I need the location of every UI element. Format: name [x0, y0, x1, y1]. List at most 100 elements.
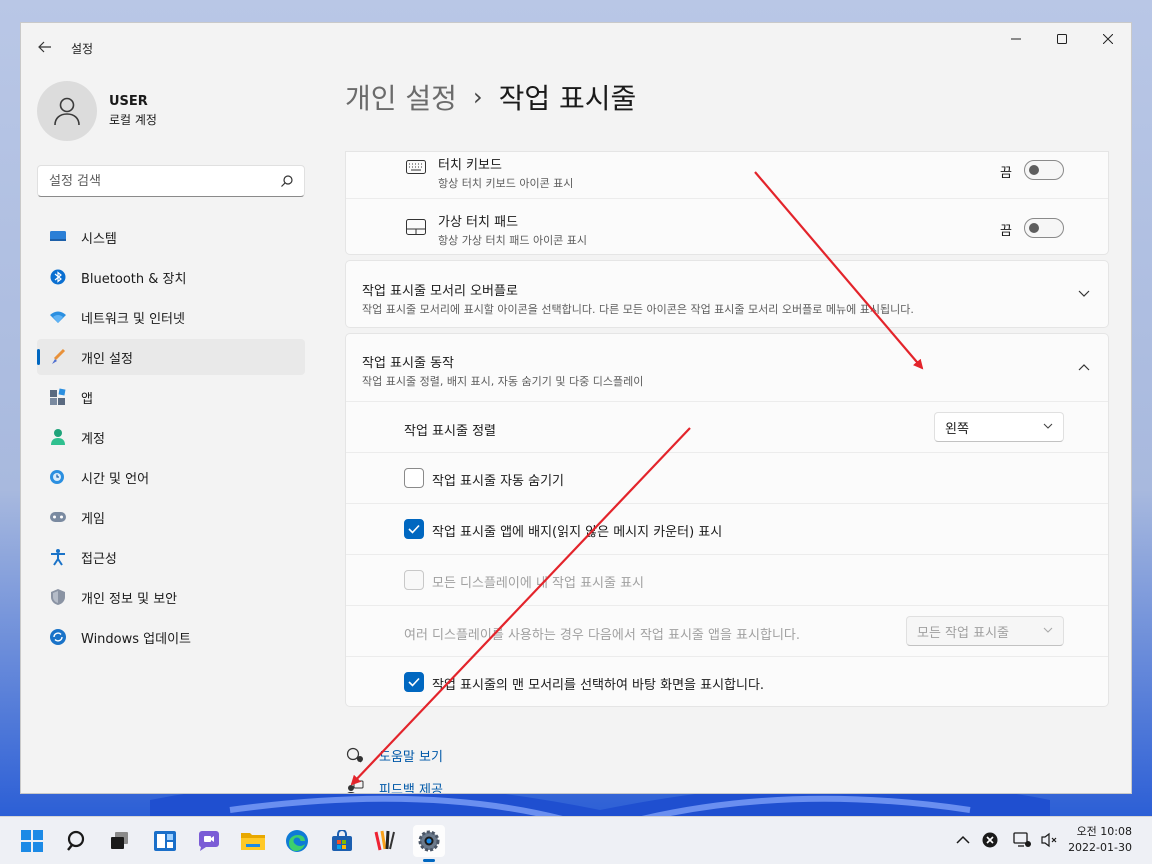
search-icon[interactable] [280, 174, 294, 188]
feedback-link-label: 피드백 제공 [379, 783, 443, 794]
taskbar-corner-overflow-card[interactable]: 작업 표시줄 모서리 오버플로 작업 표시줄 모서리에 표시할 아이콘을 선택합… [345, 260, 1109, 328]
sidebar-item-accounts[interactable]: 계정 [37, 419, 305, 455]
pencil-app-icon [374, 830, 395, 851]
person-icon [49, 428, 67, 446]
active-app-indicator [423, 859, 435, 862]
search-input[interactable] [38, 173, 268, 189]
folder-icon [241, 833, 265, 850]
overflow-title: 작업 표시줄 모서리 오버플로 [362, 284, 518, 299]
sidebar-item-label: 앱 [81, 391, 93, 407]
auto-hide-row: 작업 표시줄 자동 숨기기 [346, 452, 1108, 503]
virtual-touchpad-toggle[interactable] [1024, 218, 1064, 238]
sidebar-item-time-language[interactable]: 시간 및 언어 [37, 459, 305, 495]
network-monitor-icon[interactable] [1013, 832, 1031, 848]
sidebar-item-network[interactable]: 네트워크 및 인터넷 [37, 299, 305, 335]
sidebar-item-label: 시스템 [81, 231, 117, 247]
behaviors-title: 작업 표시줄 동작 [362, 356, 454, 371]
feedback-link[interactable]: 피드백 제공 [345, 772, 443, 794]
sidebar-item-label: 네트워크 및 인터넷 [81, 311, 185, 327]
auto-hide-checkbox[interactable] [404, 468, 424, 488]
sidebar: USER 로컬 계정 시스템 Bluetooth & 장치 네트워크 및 인터넷 [21, 69, 321, 793]
sidebar-item-label: Windows 업데이트 [81, 631, 192, 647]
sidebar-item-gaming[interactable]: 게임 [37, 499, 305, 535]
multi-display-dropdown[interactable]: 모든 작업 표시줄 [906, 616, 1064, 646]
sidebar-item-privacy[interactable]: 개인 정보 및 보안 [37, 579, 305, 615]
all-displays-checkbox[interactable] [404, 570, 424, 590]
gear-icon [418, 830, 440, 852]
sidebar-item-accessibility[interactable]: 접근성 [37, 539, 305, 575]
touchpad-icon [406, 219, 426, 235]
shield-icon [49, 588, 67, 606]
show-desktop-checkbox[interactable] [404, 672, 424, 692]
chat-button[interactable] [193, 825, 225, 857]
show-desktop-label: 작업 표시줄의 맨 모서리를 선택하여 바탕 화면을 표시합니다. [432, 678, 765, 693]
title-bar: 설정 [21, 23, 1131, 69]
sidebar-item-label: Bluetooth & 장치 [81, 271, 187, 287]
chevron-down-icon[interactable] [1078, 290, 1090, 298]
chevron-down-icon [1043, 423, 1053, 429]
search-taskbar-button[interactable] [61, 825, 93, 857]
taskbar: 오전 10:08 2022-01-30 [0, 816, 1152, 864]
teams-chat-icon [198, 831, 219, 851]
main-content: 개인 설정 › 작업 표시줄 터치 키보드 항상 터치 키보드 아이콘 표시 끔 [345, 69, 1109, 794]
minimize-button[interactable] [993, 23, 1039, 55]
user-name: USER [109, 94, 148, 109]
maximize-button[interactable] [1039, 23, 1085, 55]
multi-display-row: 여러 디스플레이를 사용하는 경우 다음에서 작업 표시줄 앱을 표시합니다. … [346, 605, 1108, 656]
back-button[interactable] [33, 35, 57, 59]
sidebar-item-label: 계정 [81, 431, 105, 447]
all-displays-row: 모든 디스플레이에 내 작업 표시줄 표시 [346, 554, 1108, 605]
edge-browser-icon [286, 830, 308, 852]
clock-time: 오전 10:08 [1076, 825, 1132, 838]
speaker-muted-icon[interactable] [1040, 832, 1058, 848]
behaviors-subtitle: 작업 표시줄 정렬, 배지 표시, 자동 숨기기 및 다중 디스플레이 [362, 375, 644, 388]
keyboard-icon [406, 160, 426, 174]
chevron-up-icon[interactable] [956, 835, 970, 845]
alignment-value: 왼쪽 [945, 421, 969, 437]
store-button[interactable] [326, 825, 358, 857]
touch-keyboard-toggle[interactable] [1024, 160, 1064, 180]
chevron-up-icon[interactable] [1078, 363, 1090, 371]
show-desktop-row: 작업 표시줄의 맨 모서리를 선택하여 바탕 화면을 표시합니다. [346, 656, 1108, 707]
avatar [37, 81, 97, 141]
behaviors-header[interactable]: 작업 표시줄 동작 작업 표시줄 정렬, 배지 표시, 자동 숨기기 및 다중 … [346, 334, 1108, 401]
settings-taskbar-button[interactable] [413, 825, 445, 857]
taskbar-behaviors-card: 작업 표시줄 동작 작업 표시줄 정렬, 배지 표시, 자동 숨기기 및 다중 … [345, 333, 1109, 707]
sidebar-item-label: 게임 [81, 511, 105, 527]
start-button[interactable] [16, 825, 48, 857]
help-links: 도움말 보기 피드백 제공 [345, 739, 443, 794]
help-chat-icon [345, 747, 365, 765]
globe-clock-icon [49, 468, 67, 486]
user-profile[interactable]: USER 로컬 계정 [37, 81, 157, 141]
brush-icon [49, 348, 67, 366]
sidebar-item-system[interactable]: 시스템 [37, 219, 305, 255]
task-view-button[interactable] [104, 825, 136, 857]
close-button[interactable] [1085, 23, 1131, 55]
sidebar-item-apps[interactable]: 앱 [37, 379, 305, 415]
widgets-button[interactable] [149, 825, 181, 857]
alignment-dropdown[interactable]: 왼쪽 [934, 412, 1064, 442]
sidebar-item-bluetooth[interactable]: Bluetooth & 장치 [37, 259, 305, 295]
minimize-icon [1011, 38, 1021, 40]
help-link[interactable]: 도움말 보기 [345, 739, 443, 772]
multi-display-label: 여러 디스플레이를 사용하는 경우 다음에서 작업 표시줄 앱을 표시합니다. [404, 628, 800, 643]
status-error-icon[interactable] [982, 832, 998, 848]
virtual-touchpad-title: 가상 터치 패드 [438, 215, 519, 230]
breadcrumb-parent[interactable]: 개인 설정 [345, 77, 457, 117]
sidebar-item-windows-update[interactable]: Windows 업데이트 [37, 619, 305, 655]
edge-button[interactable] [281, 825, 313, 857]
widgets-icon [154, 831, 176, 851]
checkmark-icon [408, 524, 420, 534]
file-explorer-button[interactable] [237, 825, 269, 857]
badges-row: 작업 표시줄 앱에 배지(읽지 않은 메시지 카운터) 표시 [346, 503, 1108, 554]
multi-display-value: 모든 작업 표시줄 [917, 625, 1009, 641]
store-bag-icon [332, 830, 352, 851]
checkmark-icon [408, 677, 420, 687]
virtual-touchpad-subtitle: 항상 가상 터치 패드 아이콘 표시 [438, 234, 588, 247]
windows-logo-icon [21, 830, 43, 852]
clock[interactable]: 오전 10:08 2022-01-30 [1068, 824, 1132, 856]
badges-checkbox[interactable] [404, 519, 424, 539]
pinned-app-button[interactable] [369, 825, 401, 857]
sidebar-item-personalization[interactable]: 개인 설정 [37, 339, 305, 375]
search-box[interactable] [37, 165, 305, 197]
